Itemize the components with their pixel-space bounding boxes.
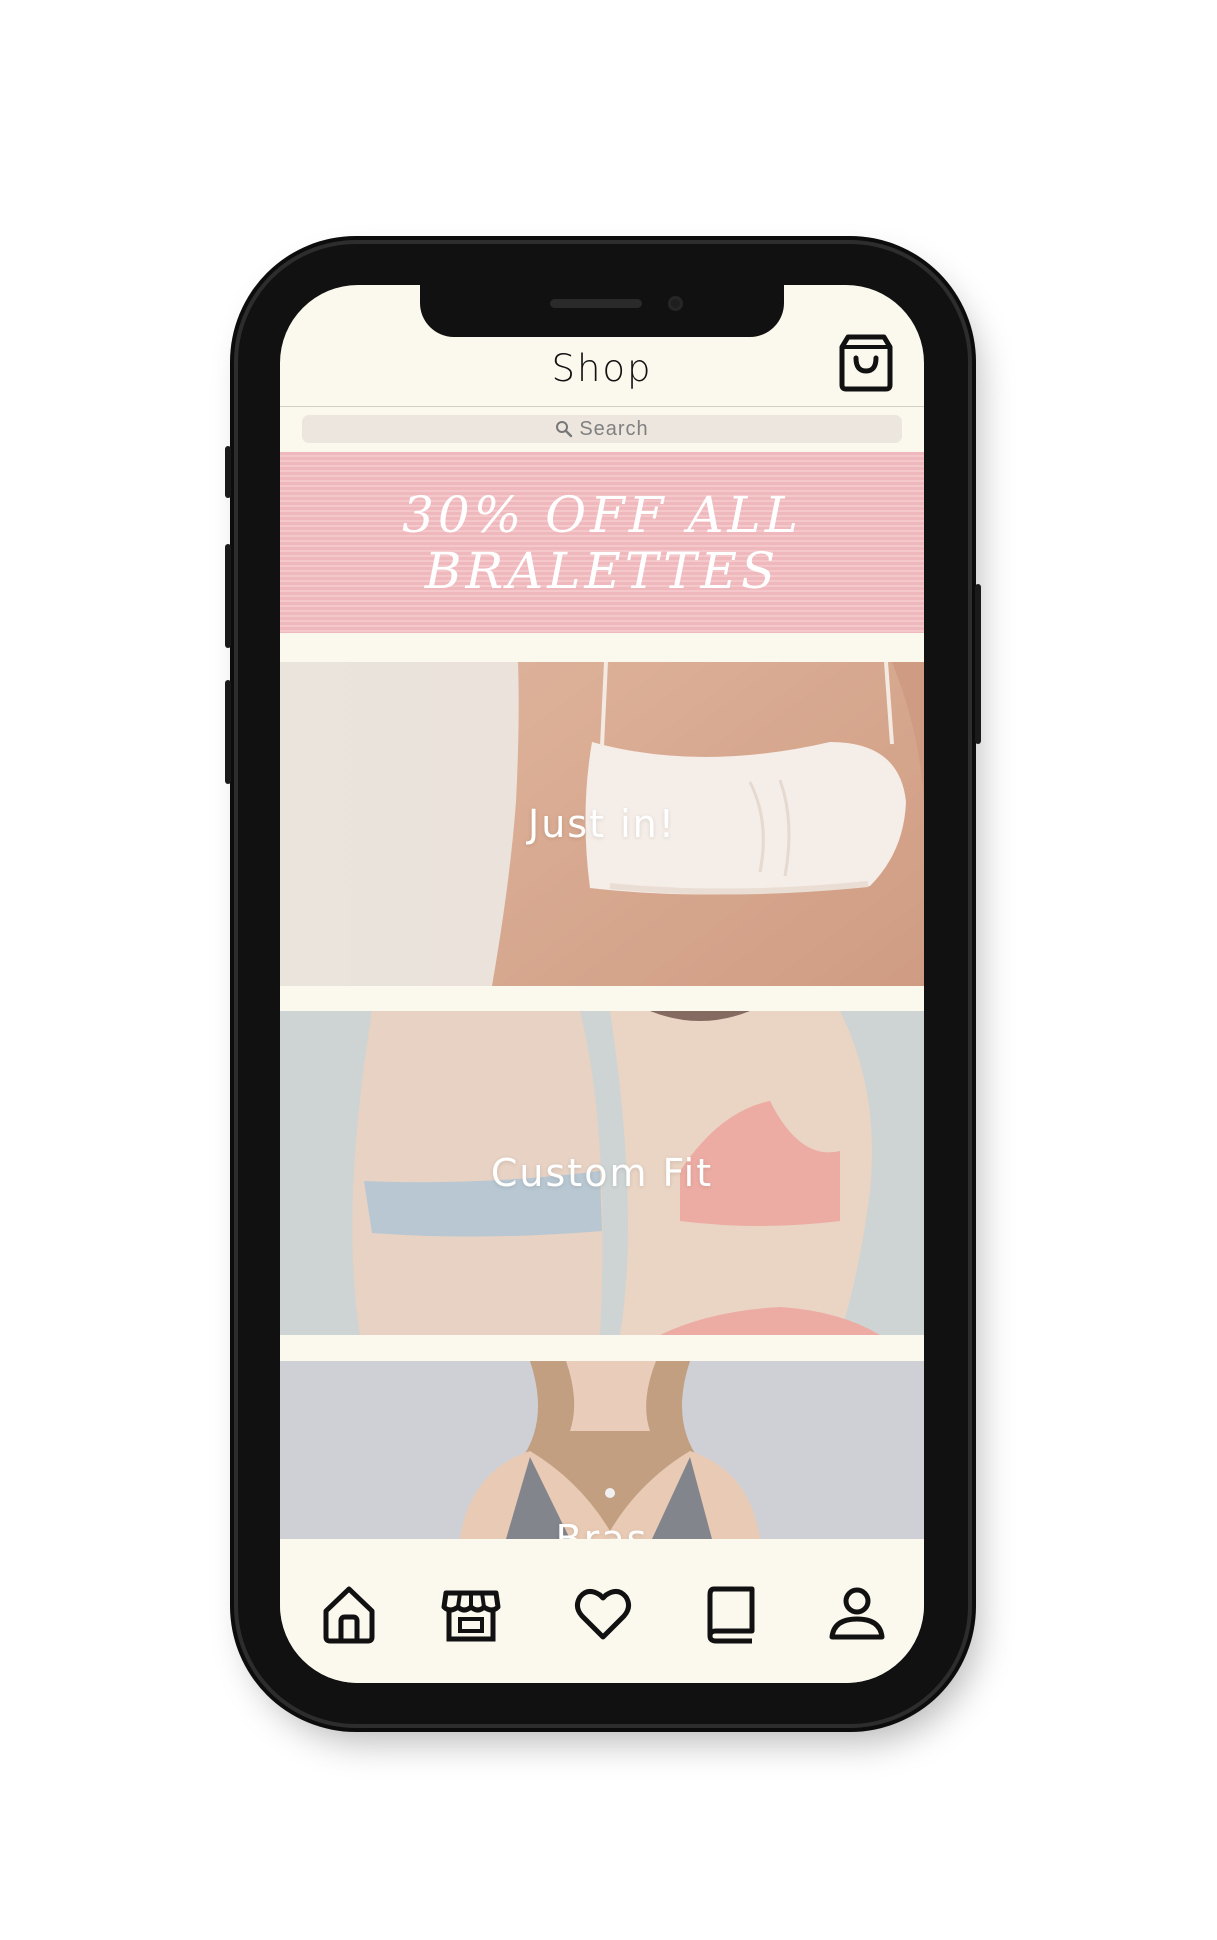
tab-home[interactable] bbox=[318, 1583, 380, 1645]
book-icon bbox=[707, 1586, 755, 1644]
app-screen: Shop Search 30% OFF ALL BRALETTES Just i… bbox=[280, 285, 924, 1683]
tab-favorites[interactable] bbox=[572, 1583, 634, 1645]
heart-icon bbox=[574, 1589, 632, 1640]
tab-profile[interactable] bbox=[826, 1583, 888, 1645]
power-button bbox=[975, 584, 981, 744]
promo-line-1: 30% OFF ALL bbox=[402, 485, 802, 544]
store-icon bbox=[441, 1590, 501, 1642]
category-tile-just-in[interactable]: Just in! bbox=[280, 662, 924, 986]
category-label: Just in! bbox=[528, 802, 676, 846]
category-label: Bras bbox=[555, 1517, 649, 1539]
bras-photo bbox=[280, 1361, 924, 1539]
promo-text: 30% OFF ALL BRALETTES bbox=[402, 487, 802, 599]
shopping-bag-icon bbox=[839, 334, 893, 392]
phone-frame: Shop Search 30% OFF ALL BRALETTES Just i… bbox=[225, 244, 981, 1724]
volume-down-button bbox=[225, 680, 231, 784]
mute-switch bbox=[225, 446, 231, 498]
tab-store[interactable] bbox=[440, 1583, 502, 1645]
volume-up-button bbox=[225, 544, 231, 648]
category-tile-bras[interactable]: Bras bbox=[280, 1361, 924, 1539]
speaker-grille bbox=[550, 299, 642, 308]
bottom-tab-bar bbox=[280, 1539, 924, 1683]
front-camera bbox=[668, 296, 683, 311]
category-tile-custom-fit[interactable]: Custom Fit bbox=[280, 1011, 924, 1335]
home-icon bbox=[323, 1586, 375, 1644]
promo-banner[interactable]: 30% OFF ALL BRALETTES bbox=[280, 452, 924, 633]
category-label: Custom Fit bbox=[490, 1151, 714, 1195]
profile-icon bbox=[829, 1587, 885, 1640]
notch bbox=[420, 285, 784, 337]
search-bar[interactable]: Search bbox=[302, 415, 902, 443]
search-icon bbox=[556, 421, 573, 438]
search-placeholder: Search bbox=[579, 417, 649, 440]
promo-line-2: BRALETTES bbox=[424, 541, 780, 600]
cart-button[interactable] bbox=[838, 333, 894, 393]
tab-catalog[interactable] bbox=[700, 1583, 762, 1645]
page-title: Shop bbox=[551, 347, 653, 390]
